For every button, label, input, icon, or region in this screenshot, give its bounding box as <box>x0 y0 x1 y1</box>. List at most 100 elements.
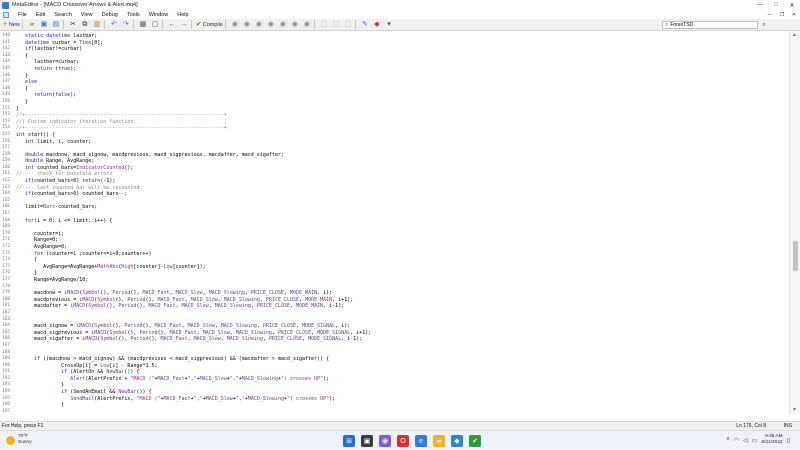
code-line[interactable]: 178 <box>0 284 789 291</box>
code-text[interactable]: AvgRange=AvgRange+MathAbs(High[counter]-… <box>16 264 789 271</box>
code-text[interactable]: if (SendAnEmail && NewBar()) { <box>16 389 789 396</box>
code-text[interactable]: if(lastbar!=curbar) <box>16 46 789 53</box>
menu-edit[interactable]: Edit <box>36 12 45 18</box>
code-text[interactable]: Range=0; <box>16 237 789 244</box>
maximize-button[interactable]: □ <box>768 0 784 10</box>
code-text[interactable]: datetime curbar = Time[0]; <box>16 40 789 47</box>
code-text[interactable]: { <box>16 86 789 93</box>
step-out-button[interactable]: ◉ <box>302 20 312 30</box>
compile-button[interactable]: ✔ Compile <box>196 20 223 30</box>
forward-button[interactable]: → <box>179 20 189 30</box>
code-text[interactable]: int limit, i, counter; <box>16 139 789 146</box>
code-text[interactable]: macdafter = iMACD(Symbol(), Period(), MA… <box>16 303 789 310</box>
code-line[interactable]: 144 lastbar=curbar; <box>0 59 789 66</box>
code-line[interactable]: 160 int counted_bars=IndicatorCounted(); <box>0 165 789 172</box>
code-line[interactable]: 191 if (AlertOn && NewBar()) { <box>0 369 789 376</box>
code-line[interactable]: 192 Alert(AlertPrefix + "MACD ("+MACD_Fa… <box>0 376 789 383</box>
code-line[interactable]: 147 else <box>0 79 789 86</box>
code-line[interactable]: 184 macd_signow = iMACD(Symbol(), Period… <box>0 323 789 330</box>
code-text[interactable] <box>16 284 789 291</box>
code-line[interactable]: 181 macdafter = iMACD(Symbol(), Period()… <box>0 303 789 310</box>
code-text[interactable]: } <box>16 402 789 409</box>
toolbox-button[interactable]: ▢ <box>150 20 160 30</box>
code-line[interactable]: 161//---- check for possible errors <box>0 171 789 178</box>
opera-icon[interactable]: O <box>397 435 409 447</box>
code-line[interactable]: 143 { <box>0 53 789 60</box>
code-line[interactable]: 153//| Custom indicator iteration functi… <box>0 119 789 126</box>
document-icon[interactable] <box>3 11 9 18</box>
toolbar-options-button[interactable]: ▾ <box>384 20 394 30</box>
code-line[interactable]: 170 counter=i; <box>0 231 789 238</box>
save-all-button[interactable]: ▤ <box>51 20 61 30</box>
code-text[interactable] <box>16 198 789 205</box>
code-line[interactable]: 180 macdprevious = iMACD(Symbol(), Perio… <box>0 297 789 304</box>
code-line[interactable]: 175 AvgRange=AvgRange+MathAbs(High[count… <box>0 264 789 271</box>
menu-file[interactable]: File <box>18 12 27 18</box>
code-line[interactable]: 145 return (true); <box>0 66 789 73</box>
code-text[interactable]: if ((macdnow > macd_signow) && (macdprev… <box>16 356 789 363</box>
code-line[interactable]: 140 static datetime lastbar; <box>0 33 789 40</box>
code-line[interactable]: 157 <box>0 145 789 152</box>
step-into-button[interactable]: ◉ <box>278 20 288 30</box>
weather-widget[interactable]: 70°F Sunny <box>6 434 32 446</box>
code-line[interactable]: 185 macd_sigprevious = iMACD(Symbol(), P… <box>0 330 789 337</box>
code-content[interactable]: 140 static datetime lastbar; 141 datetime… <box>0 33 789 414</box>
code-text[interactable]: lastbar=curbar; <box>16 59 789 66</box>
code-text[interactable]: } <box>16 99 789 106</box>
code-line[interactable]: 195 SendMail(AlertPrefix, "MACD ("+MACD_… <box>0 396 789 403</box>
code-text[interactable] <box>16 350 789 357</box>
code-line[interactable]: 177 Range=AvgRange/10; <box>0 277 789 284</box>
code-text[interactable] <box>16 310 789 317</box>
code-line[interactable]: 156 int limit, i, counter; <box>0 139 789 146</box>
step-over-button[interactable]: ◉ <box>290 20 300 30</box>
code-line[interactable]: 188 <box>0 350 789 357</box>
code-editor[interactable]: 140 static datetime lastbar; 141 datetime… <box>0 31 789 414</box>
code-text[interactable]: int start() { <box>16 132 789 139</box>
code-text[interactable]: CrossUp[i] = Low[i] - Range*1.5; <box>16 363 789 370</box>
code-text[interactable]: counter=i; <box>16 231 789 238</box>
code-text[interactable]: AvgRange=0; <box>16 244 789 251</box>
chevron-up-icon[interactable]: ˄ <box>726 437 730 443</box>
code-text[interactable]: //| Custom indicator iteration function … <box>16 119 789 126</box>
code-text[interactable]: macdnow = iMACD(Symbol(), Period(), MACD… <box>16 290 789 297</box>
scroll-down-icon[interactable]: ▼ <box>792 407 797 413</box>
code-line[interactable]: 176 } <box>0 270 789 277</box>
code-text[interactable]: } <box>16 270 789 277</box>
remove-breakpoints-button[interactable]: ⬚ <box>331 20 341 30</box>
code-text[interactable]: else <box>16 79 789 86</box>
code-line[interactable]: 159 double Range, AvgRange; <box>0 158 789 165</box>
doc-restore-button[interactable]: ❐ <box>776 10 788 19</box>
redo-button[interactable]: ↷ <box>121 20 131 30</box>
metaeditor-taskbar-icon[interactable]: ✔ <box>469 435 481 447</box>
code-text[interactable]: Range=AvgRange/10; <box>16 277 789 284</box>
code-text[interactable]: return(false); <box>16 92 789 99</box>
code-text[interactable]: macd_sigafter = iMACD(Symbol(), Period()… <box>16 336 789 343</box>
breakpoint-button[interactable]: ⬚ <box>319 20 329 30</box>
code-text[interactable] <box>16 224 789 231</box>
close-button[interactable]: ✕ <box>784 0 800 10</box>
code-text[interactable] <box>16 343 789 350</box>
code-line[interactable]: 158 double macdnow, macd_signow, macdpre… <box>0 152 789 159</box>
code-line[interactable]: 148 { <box>0 86 789 93</box>
code-text[interactable]: macd_signow = iMACD(Symbol(), Period(), … <box>16 323 789 330</box>
notification-icon[interactable]: ▯ <box>787 437 790 444</box>
code-line[interactable]: 187 <box>0 343 789 350</box>
code-text[interactable]: static datetime lastbar; <box>16 33 789 40</box>
menu-view[interactable]: View <box>81 12 93 18</box>
code-line[interactable]: 163//---- last counted bar will be recou… <box>0 185 789 192</box>
copy-button[interactable]: ⧉ <box>80 20 90 30</box>
new-button[interactable]: ✦ New <box>2 20 20 30</box>
code-line[interactable]: 150 } <box>0 99 789 106</box>
clock[interactable]: 9:45 AM 8/21/2022 <box>761 434 782 446</box>
scrollbar-thumb[interactable] <box>793 241 798 271</box>
code-line[interactable]: 196 } <box>0 402 789 409</box>
code-line[interactable]: 142 if(lastbar!=curbar) <box>0 46 789 53</box>
file-explorer-icon[interactable]: ▰ <box>433 435 445 447</box>
doc-minimize-button[interactable]: — <box>764 10 776 19</box>
code-text[interactable]: return (true); <box>16 66 789 73</box>
code-line[interactable]: 151} <box>0 106 789 113</box>
code-line[interactable]: 141 datetime curbar = Time[0]; <box>0 40 789 47</box>
code-line[interactable]: 172 AvgRange=0; <box>0 244 789 251</box>
code-text[interactable]: Alert(AlertPrefix + "MACD ("+MACD_Fast+"… <box>16 376 789 383</box>
navigator-button[interactable]: ▦ <box>138 20 148 30</box>
